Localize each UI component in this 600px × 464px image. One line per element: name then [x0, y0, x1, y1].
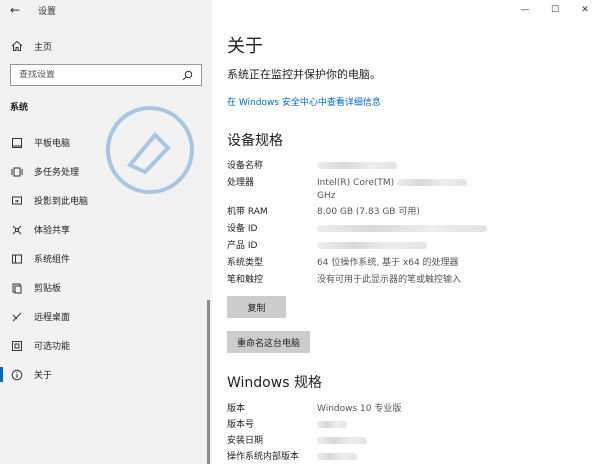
multitask-icon — [10, 165, 24, 179]
sidebar-item-tablet[interactable]: 平板电脑 — [0, 128, 212, 157]
sidebar-item-label: 可选功能 — [34, 342, 71, 352]
spec-row-system-type: 系统类型 64 位操作系统, 基于 x64 的处理器 — [227, 257, 587, 270]
copy-button[interactable]: 复制 — [227, 296, 286, 318]
spec-row-device-name: 设备名称 — [227, 160, 587, 173]
spec-key: 操作系统内部版本 — [227, 452, 300, 462]
sidebar-item-label: 平板电脑 — [34, 139, 71, 149]
sidebar-item-share[interactable]: 体验共享 — [0, 215, 212, 244]
sidebar-item-components[interactable]: 系统组件 — [0, 244, 212, 273]
spec-key: 设备名称 — [227, 161, 264, 171]
sidebar-item-multitask[interactable]: 多任务处理 — [0, 157, 212, 186]
home-button[interactable]: 主页 — [0, 36, 212, 56]
spec-value — [317, 240, 587, 253]
spec-key: 安装日期 — [227, 436, 264, 446]
app-title: 设置 — [38, 6, 57, 17]
spec-value — [317, 419, 587, 432]
spec-key: 机带 RAM — [227, 207, 268, 217]
spec-key: 版本 — [227, 404, 246, 414]
spec-key: 笔和触控 — [227, 275, 264, 285]
spec-value: Windows 10 专业版 — [317, 404, 402, 414]
spec-key: 设备 ID — [227, 224, 258, 234]
spec-row-edition: 版本 Windows 10 专业版 — [227, 403, 587, 416]
spec-value — [317, 435, 587, 448]
spec-row-install-date: 安装日期 — [227, 435, 587, 448]
spec-value — [317, 223, 587, 236]
page-title: 关于 — [227, 36, 263, 57]
sidebar-item-label: 远程桌面 — [34, 313, 71, 323]
sidebar-scrollbar[interactable] — [207, 300, 210, 464]
main-content: 关于 系统正在监控并保护你的电脑。 在 Windows 安全中心中查看详细信息 … — [212, 0, 600, 464]
search-input[interactable] — [19, 70, 181, 80]
sidebar-item-label: 体验共享 — [34, 226, 71, 236]
spec-value: 8.00 GB (7.83 GB 可用) — [317, 207, 420, 217]
sidebar-item-project[interactable]: 投影到此电脑 — [0, 186, 212, 215]
optional-icon — [10, 339, 24, 353]
home-label: 主页 — [34, 42, 53, 53]
spec-value: 没有可用于此显示器的笔或触控输入 — [317, 275, 462, 285]
spec-key: 系统类型 — [227, 258, 264, 268]
search-box[interactable] — [10, 64, 202, 86]
spec-value — [317, 160, 587, 173]
spec-row-product-id: 产品 ID — [227, 240, 587, 253]
sidebar-item-remote[interactable]: 远程桌面 — [0, 302, 212, 331]
spec-key: 版本号 — [227, 420, 255, 430]
clipboard-icon — [10, 281, 24, 295]
info-icon — [10, 368, 24, 382]
spec-value: 64 位操作系统, 基于 x64 的处理器 — [317, 258, 459, 268]
title-bar: ← 设置 — [0, 0, 212, 20]
component-icon — [10, 252, 24, 266]
processor-value-line2: GHz — [317, 191, 336, 201]
sidebar-item-clipboard[interactable]: 剪贴板 — [0, 273, 212, 302]
sidebar-item-label: 系统组件 — [34, 255, 71, 265]
spec-row-device-id: 设备 ID — [227, 223, 587, 236]
spec-row-version: 版本号 — [227, 419, 587, 432]
share-icon — [10, 223, 24, 237]
rename-pc-button[interactable]: 重命名这台电脑 — [227, 331, 310, 353]
processor-value: Intel(R) Core(TM) — [317, 178, 395, 188]
sidebar-item-optional[interactable]: 可选功能 — [0, 331, 212, 360]
sidebar: ← 设置 主页 系统 平板电脑 多任务处理 投影到此电脑 体验共享 — [0, 0, 212, 464]
device-spec-heading: 设备规格 — [227, 133, 283, 149]
home-icon — [10, 39, 24, 53]
tablet-icon — [10, 136, 24, 150]
project-icon — [10, 194, 24, 208]
spec-key: 产品 ID — [227, 241, 258, 251]
sidebar-item-about[interactable]: 关于 — [0, 360, 212, 389]
spec-value: Intel(R) Core(TM) GHz — [317, 177, 587, 203]
spec-row-processor: 处理器 Intel(R) Core(TM) GHz — [227, 177, 587, 203]
remote-icon — [10, 310, 24, 324]
windows-spec-heading: Windows 规格 — [227, 375, 322, 391]
spec-row-ram: 机带 RAM 8.00 GB (7.83 GB 可用) — [227, 206, 587, 219]
sidebar-item-label: 多任务处理 — [34, 168, 80, 178]
search-icon[interactable] — [181, 69, 193, 81]
protection-status: 系统正在监控并保护你的电脑。 — [227, 68, 381, 81]
spec-key: 处理器 — [227, 178, 255, 188]
sidebar-nav: 平板电脑 多任务处理 投影到此电脑 体验共享 系统组件 剪贴板 远程桌面 可选功… — [0, 128, 212, 389]
sidebar-item-label: 关于 — [34, 371, 53, 381]
spec-value — [317, 451, 587, 464]
security-center-link[interactable]: 在 Windows 安全中心中查看详细信息 — [227, 95, 381, 108]
back-button[interactable]: ← — [0, 0, 30, 20]
section-title: 系统 — [10, 103, 29, 113]
sidebar-item-label: 投影到此电脑 — [34, 197, 89, 207]
spec-row-os-build: 操作系统内部版本 — [227, 451, 587, 464]
sidebar-item-label: 剪贴板 — [34, 284, 62, 294]
spec-row-pen-touch: 笔和触控 没有可用于此显示器的笔或触控输入 — [227, 274, 587, 287]
